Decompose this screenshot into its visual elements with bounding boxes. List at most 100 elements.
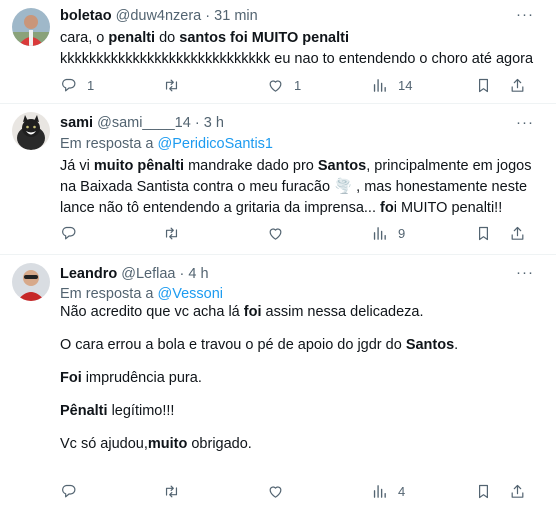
author-handle[interactable]: @duw4nzera <box>116 8 202 24</box>
reply-icon <box>60 483 77 500</box>
author-name[interactable]: boletao <box>60 8 112 24</box>
retweet-icon <box>163 77 180 94</box>
reply-count: 1 <box>87 77 95 93</box>
tweet-text: Já vi muito pênalti mandrake dado pro Sa… <box>60 156 540 219</box>
text-line <box>60 355 540 370</box>
retweet-button[interactable] <box>163 481 190 501</box>
text-line: O cara errou a bola e travou o pé de apo… <box>60 336 540 355</box>
bookmark-button[interactable] <box>475 75 492 95</box>
views-button[interactable]: 9 <box>371 223 405 243</box>
dot-separator: · <box>205 8 211 24</box>
text-line: cara, o penalti do santos foi MUITO pena… <box>60 28 540 49</box>
reply-to-link[interactable]: @Vessoni <box>158 286 224 302</box>
views-icon <box>371 225 388 242</box>
timestamp[interactable]: 31 min <box>214 8 258 24</box>
bookmark-button[interactable] <box>475 481 492 501</box>
text-line: na Baixada Santista contra o meu furacão… <box>60 177 540 198</box>
text-line: Pênalti legítimo!!! <box>60 402 540 421</box>
text-segment: na Baixada Santista contra o meu furacão <box>60 179 335 195</box>
text-segment: Santos <box>405 337 455 354</box>
like-button[interactable]: 1 <box>267 75 301 95</box>
retweet-icon <box>163 225 180 242</box>
text-segment: penalti <box>108 30 156 46</box>
reply-button[interactable] <box>60 481 87 501</box>
bookmark-button[interactable] <box>475 223 492 243</box>
reply-context: Em resposta a @Vessoni <box>60 286 223 302</box>
text-segment: mandrake dado pro <box>184 158 318 174</box>
more-icon[interactable]: ··· <box>516 114 534 131</box>
text-segment: Santos <box>317 158 367 174</box>
tweet-text: cara, o penalti do santos foi MUITO pena… <box>60 28 540 70</box>
text-segment: cara, o <box>60 30 109 46</box>
retweet-button[interactable] <box>163 75 190 95</box>
text-line <box>60 388 540 403</box>
text-segment: i MUITO penalti!! <box>393 200 503 216</box>
like-icon <box>267 77 284 94</box>
views-icon <box>371 77 388 94</box>
text-segment: obrigado. <box>187 436 252 453</box>
share-icon <box>509 77 526 94</box>
tweet-boletao[interactable]: boletao @duw4nzera · 31 min ··· cara, o … <box>0 0 556 103</box>
author-name[interactable]: Leandro <box>60 266 117 282</box>
share-button[interactable] <box>509 75 526 95</box>
action-bar: 1 1 14 <box>60 75 540 95</box>
bookmark-icon <box>475 483 492 500</box>
text-segment: muito pênalti <box>93 158 185 174</box>
more-icon[interactable]: ··· <box>516 264 534 281</box>
views-count: 9 <box>398 225 406 241</box>
action-bar: 9 <box>60 223 540 243</box>
text-segment: kkkkkkkkkkkkkkkkkkkkkkkkkkkkk eu nao to … <box>60 51 534 67</box>
text-segment: muito <box>147 436 188 453</box>
reply-to-link[interactable]: @PeridicoSantis1 <box>158 136 273 152</box>
tweet-leandro[interactable]: Leandro @Leflaa · 4 h ··· Em resposta a … <box>0 255 556 509</box>
share-icon <box>509 483 526 500</box>
text-line: Já vi muito pênalti mandrake dado pro Sa… <box>60 156 540 177</box>
text-segment: Pênalti <box>60 403 108 420</box>
timestamp[interactable]: 4 h <box>188 266 208 282</box>
tornado-emoji: 🌪️ <box>334 179 353 195</box>
text-line <box>60 322 540 337</box>
retweet-icon <box>163 483 180 500</box>
text-segment: . <box>454 337 459 354</box>
text-line: Foi imprudência pura. <box>60 369 540 388</box>
text-segment: Já vi <box>60 158 94 174</box>
avatar[interactable] <box>12 8 50 46</box>
avatar[interactable] <box>12 263 50 301</box>
text-segment: lance não tô entendendo a gritaria da im… <box>60 200 381 216</box>
author-name[interactable]: sami <box>60 115 93 131</box>
views-count: 4 <box>398 483 406 499</box>
reply-button[interactable]: 1 <box>60 75 94 95</box>
tweet-text: Não acredito que vc acha lá foi assim ne… <box>60 303 540 454</box>
text-segment: legítimo!!! <box>107 403 175 420</box>
tweet-sami[interactable]: sami @sami____14 · 3 h ··· Em resposta a… <box>0 104 556 254</box>
author-handle[interactable]: @Leflaa <box>121 266 175 282</box>
retweet-button[interactable] <box>163 223 190 243</box>
reply-context: Em resposta a @PeridicoSantis1 <box>60 136 273 152</box>
like-count: 1 <box>294 77 302 93</box>
bookmark-icon <box>475 225 492 242</box>
share-button[interactable] <box>509 223 526 243</box>
avatar[interactable] <box>12 112 50 150</box>
reply-prefix: Em resposta a <box>60 136 158 152</box>
text-segment: santos foi MUITO penalti <box>179 30 349 46</box>
like-icon <box>267 483 284 500</box>
more-icon[interactable]: ··· <box>516 6 534 23</box>
views-count: 14 <box>398 77 413 93</box>
reply-button[interactable] <box>60 223 87 243</box>
reply-icon <box>60 77 77 94</box>
views-button[interactable]: 14 <box>371 75 412 95</box>
timestamp[interactable]: 3 h <box>204 115 224 131</box>
dot-separator: · <box>179 266 185 282</box>
text-line: Não acredito que vc acha lá foi assim ne… <box>60 303 540 322</box>
text-line: kkkkkkkkkkkkkkkkkkkkkkkkkkkkk eu nao to … <box>60 49 540 70</box>
like-button[interactable] <box>267 223 294 243</box>
author-handle[interactable]: @sami____14 <box>97 115 191 131</box>
share-button[interactable] <box>509 481 526 501</box>
like-icon <box>267 225 284 242</box>
text-segment: , mas honestamente neste <box>352 179 528 195</box>
views-button[interactable]: 4 <box>371 481 405 501</box>
text-segment: assim nessa delicadeza. <box>261 304 424 320</box>
text-segment: O cara errou a bola e travou o pé de apo… <box>60 337 406 354</box>
like-button[interactable] <box>267 481 294 501</box>
text-line: lance não tô entendendo a gritaria da im… <box>60 198 540 219</box>
